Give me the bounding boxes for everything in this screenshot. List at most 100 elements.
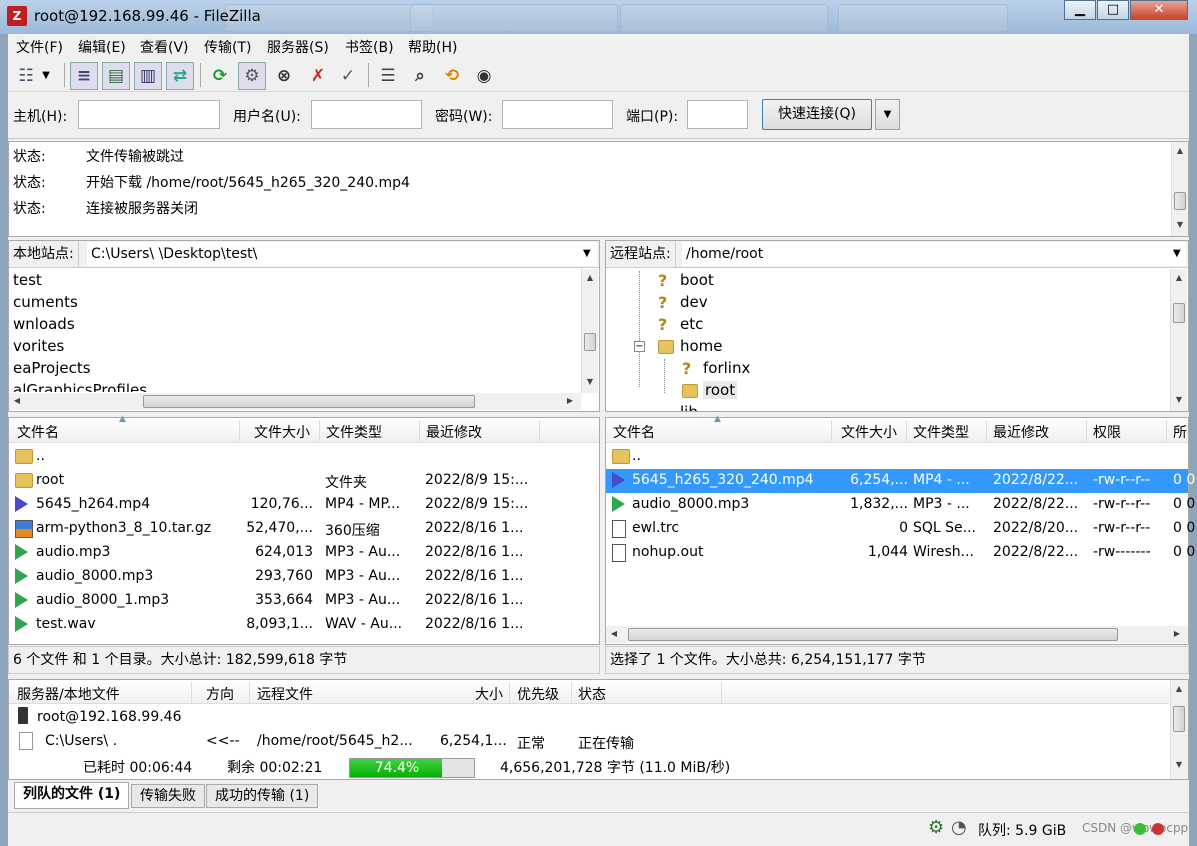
file-row[interactable]: root 文件夹 2022/8/9 15:... <box>9 469 599 493</box>
queue-transfer-row[interactable]: C:\Users\ . <<-- /home/root/5645_h2... 6… <box>9 730 1169 754</box>
tree-item[interactable]: lib <box>680 403 698 411</box>
tree-item[interactable]: dev <box>680 293 708 311</box>
close-button[interactable]: ✕ <box>1130 0 1188 20</box>
column-header[interactable]: 文件类型 <box>913 422 969 442</box>
menu-bookmarks[interactable]: 书签(B) <box>345 37 394 57</box>
tree-item[interactable]: alGraphicsProfiles <box>13 381 147 392</box>
column-header[interactable]: 远程文件 <box>257 684 313 704</box>
file-row[interactable]: test.wav 8,093,1... WAV - Au... 2022/8/16 1… <box>9 613 599 637</box>
queue-scrollbar[interactable]: ▲ ▼ <box>1170 680 1188 779</box>
file-row[interactable]: audio_8000_1.mp3 353,664 MP3 - Au... 2022/8… <box>9 589 599 613</box>
compare-icon[interactable]: ⌕ <box>406 62 434 90</box>
log-scrollbar[interactable]: ▲ ▼ <box>1171 142 1188 236</box>
reconnect-icon[interactable]: ✓ <box>334 62 362 90</box>
column-header[interactable]: 文件大小 <box>841 422 897 442</box>
file-row[interactable]: audio.mp3 624,013 MP3 - Au... 2022/8/16 1..… <box>9 541 599 565</box>
site-manager-icon[interactable]: ☷ <box>12 62 40 90</box>
menu-server[interactable]: 服务器(S) <box>267 37 329 57</box>
file-row[interactable]: audio_8000.mp3 1,832,... MP3 - ... 2022/8/2… <box>606 493 1195 517</box>
column-header[interactable]: 文件大小 <box>254 422 310 442</box>
local-tree-hscrollbar[interactable]: ◀ ▶ <box>9 393 581 410</box>
sync-browse-icon[interactable]: ⟲ <box>438 62 466 90</box>
speed-limit-icon[interactable]: ⚙ <box>928 817 944 838</box>
menu-transfer[interactable]: 传输(T) <box>204 37 251 57</box>
tree-item[interactable]: etc <box>680 315 703 333</box>
background-tab[interactable] <box>620 4 828 32</box>
menu-help[interactable]: 帮助(H) <box>408 37 457 57</box>
column-header[interactable]: 优先级 <box>517 684 559 704</box>
file-row[interactable]: audio_8000.mp3 293,760 MP3 - Au... 2022/8/1… <box>9 565 599 589</box>
tab-successful-transfers[interactable]: 成功的传输 (1) <box>206 784 319 808</box>
port-input[interactable] <box>687 100 748 129</box>
file-row[interactable]: arm-python3_8_10.tar.gz 52,470,... 360压缩 20… <box>9 517 599 541</box>
toggle-local-tree-icon[interactable]: ▤ <box>102 62 130 90</box>
file-type: 360压缩 <box>325 523 380 539</box>
column-header[interactable]: 服务器/本地文件 <box>17 684 120 704</box>
tree-item[interactable]: forlinx <box>703 359 750 377</box>
tree-item[interactable]: boot <box>680 271 714 289</box>
file-size: 353,664 <box>255 592 313 608</box>
minimize-button[interactable]: ▁ <box>1064 0 1096 20</box>
column-header[interactable]: 状态 <box>578 684 606 704</box>
tree-item[interactable]: wnloads <box>13 315 75 333</box>
file-size: 52,470,... <box>246 520 313 536</box>
toggle-queue-icon[interactable]: ⇄ <box>166 62 194 90</box>
file-row[interactable]: .. <box>606 445 1188 469</box>
toggle-remote-tree-icon[interactable]: ▥ <box>134 62 162 90</box>
file-name: 5645_h264.mp4 <box>36 496 151 512</box>
menu-file[interactable]: 文件(F) <box>16 37 63 57</box>
quickconnect-dropdown[interactable]: ▼ <box>875 99 900 130</box>
tree-item[interactable]: cuments <box>13 293 78 311</box>
queue-size: 6,254,1... <box>440 733 507 749</box>
cancel-icon[interactable]: ⊗ <box>270 62 298 90</box>
tab-failed-transfers[interactable]: 传输失败 <box>131 784 205 808</box>
column-header[interactable]: 最近修改 <box>426 422 482 442</box>
password-input[interactable] <box>502 100 613 129</box>
column-header[interactable]: 权限 <box>1093 422 1121 442</box>
datatype-icon[interactable]: ◔ <box>951 817 967 838</box>
remote-tree-scrollbar[interactable]: ▲ ▼ <box>1170 269 1187 411</box>
file-row[interactable]: 5645_h265_320_240.mp4 6,254,... MP4 - ... 2… <box>606 469 1195 493</box>
quickconnect-button[interactable]: 快速连接(Q) <box>762 99 872 130</box>
chevron-down-icon[interactable]: ▼ <box>1173 248 1181 259</box>
tree-item[interactable]: test <box>13 271 42 289</box>
local-path-input[interactable]: C:\Users\ \Desktop\test\ <box>87 242 597 266</box>
column-header[interactable]: 所有 <box>1173 422 1188 442</box>
tree-item[interactable]: eaProjects <box>13 359 91 377</box>
tree-item[interactable]: home <box>680 337 723 355</box>
collapse-icon[interactable]: − <box>634 341 645 352</box>
column-header[interactable]: 文件名 <box>613 422 655 442</box>
process-queue-icon[interactable]: ⚙ <box>238 62 266 90</box>
dropdown-arrow-icon[interactable]: ▼ <box>38 62 54 90</box>
remote-list-hscrollbar[interactable]: ◀ ▶ <box>606 626 1188 643</box>
column-header[interactable]: 文件类型 <box>326 422 382 442</box>
disconnect-icon[interactable]: ✗ <box>304 62 332 90</box>
maximize-button[interactable]: □ <box>1097 0 1129 20</box>
column-header[interactable]: 大小 <box>475 684 503 704</box>
column-header[interactable]: 最近修改 <box>993 422 1049 442</box>
quickconnect-bar: 主机(H): 用户名(U): 密码(W): 端口(P): 快速连接(Q) ▼ <box>8 93 1189 139</box>
queue-server-row[interactable]: root@192.168.99.46 <box>9 706 1169 730</box>
chevron-down-icon[interactable]: ▼ <box>583 248 591 259</box>
tab-queued-files[interactable]: 列队的文件 (1) <box>14 782 130 809</box>
menu-view[interactable]: 查看(V) <box>140 37 189 57</box>
toggle-log-icon[interactable]: ≡ <box>70 62 98 90</box>
menu-edit[interactable]: 编辑(E) <box>78 37 126 57</box>
refresh-icon[interactable]: ⟳ <box>206 62 234 90</box>
host-input[interactable] <box>78 100 220 129</box>
remote-path-input[interactable]: /home/root <box>682 242 1186 266</box>
file-row[interactable]: nohup.out 1,044 Wiresh... 2022/8/22... -rw--… <box>606 541 1195 565</box>
file-row[interactable]: .. <box>9 445 599 469</box>
search-icon[interactable]: ◉ <box>470 62 498 90</box>
background-tab[interactable] <box>410 4 618 32</box>
file-row[interactable]: 5645_h264.mp4 120,76... MP4 - MP... 2022/8/… <box>9 493 599 517</box>
column-header[interactable]: 方向 <box>206 684 234 704</box>
tree-item-selected[interactable]: root <box>703 381 738 399</box>
file-row[interactable]: ewl.trc 0 SQL Se... 2022/8/20... -rw-r--r-- 0… <box>606 517 1195 541</box>
username-input[interactable] <box>311 100 422 129</box>
background-tab[interactable] <box>838 4 1008 32</box>
local-tree-scrollbar[interactable]: ▲ ▼ <box>581 269 598 393</box>
tree-item[interactable]: vorites <box>13 337 64 355</box>
column-header[interactable]: 文件名 <box>17 422 59 442</box>
filter-icon[interactable]: ☰ <box>374 62 402 90</box>
